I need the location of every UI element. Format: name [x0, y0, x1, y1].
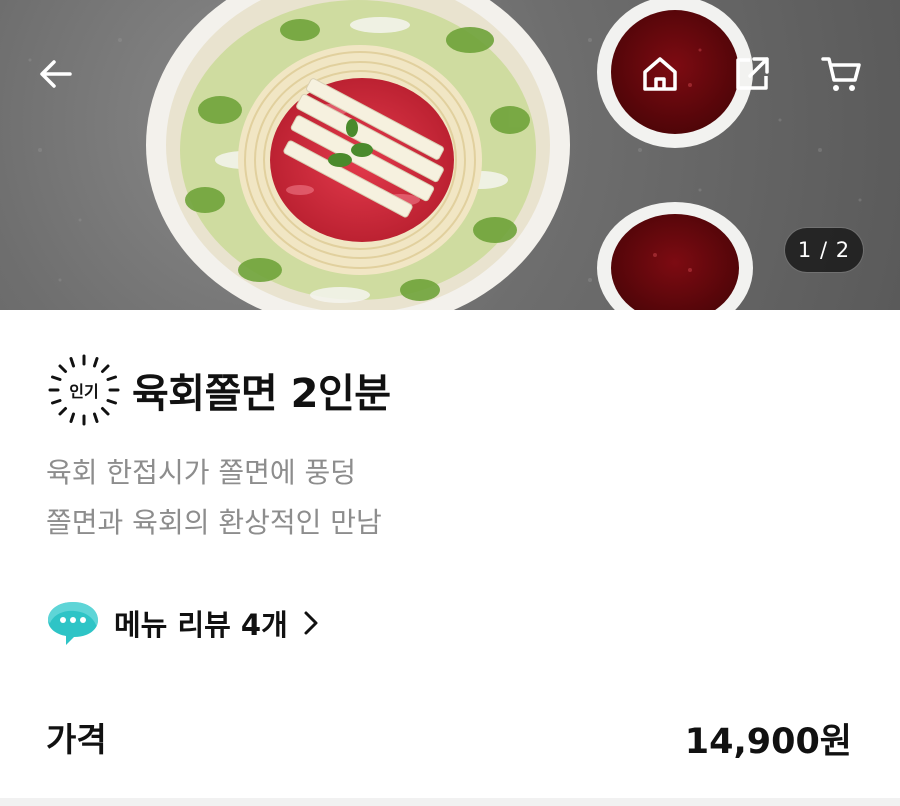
home-icon: [643, 57, 677, 91]
product-title: 육회쫄면 2인분: [132, 371, 391, 417]
chat-bubble-icon: [48, 602, 98, 645]
price-label: 가격: [46, 720, 107, 759]
description-line: 쫄면과 육회의 환상적인 만남: [46, 506, 382, 539]
share-button[interactable]: [728, 50, 776, 98]
product-description: 육회 한접시가 쫄면에 풍덩 쫄면과 육회의 환상적인 만남: [46, 448, 382, 548]
cart-icon: [821, 57, 861, 91]
home-button[interactable]: [636, 50, 684, 98]
price-value: 14,900원: [684, 722, 852, 762]
chevron-right-icon: [304, 611, 318, 635]
product-image-carousel[interactable]: 1 / 2: [0, 0, 900, 310]
badge-label: 인기: [69, 382, 99, 401]
back-button[interactable]: [32, 50, 80, 98]
image-counter: 1 / 2: [784, 227, 864, 273]
arrow-left-icon: [40, 60, 72, 88]
section-divider: [0, 798, 900, 806]
menu-review-link[interactable]: 메뉴 리뷰 4개: [46, 598, 320, 648]
share-icon: [736, 57, 769, 90]
description-line: 육회 한접시가 쫄면에 풍덩: [46, 456, 357, 489]
review-count-label: 메뉴 리뷰 4개: [114, 608, 288, 642]
cart-button[interactable]: [818, 50, 866, 98]
food-photo: [28, 0, 862, 310]
popular-badge: 인기: [46, 352, 122, 428]
product-title-row: 인기 육회쫄면 2인분: [46, 352, 391, 428]
